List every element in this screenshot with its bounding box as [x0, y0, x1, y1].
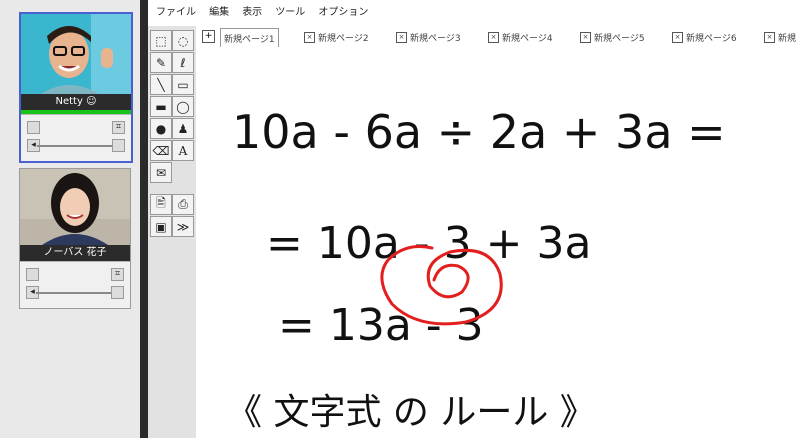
- tab-page-5[interactable]: × 新規ページ5: [580, 28, 645, 46]
- tab-label: 新規ページ2: [318, 33, 369, 44]
- participant-controls-1: ⌗ ◂: [21, 114, 131, 161]
- expand-icon[interactable]: ⌗: [112, 121, 125, 134]
- tab-label: 新規ページ1: [224, 34, 275, 45]
- participant-name-1: Netty ☺: [21, 94, 131, 110]
- menu-tools[interactable]: ツール: [275, 0, 305, 26]
- mute-video-button[interactable]: [27, 121, 40, 134]
- close-tab-icon[interactable]: ×: [672, 31, 683, 43]
- fullscreen-icon[interactable]: [112, 139, 125, 152]
- add-page-icon[interactable]: +: [202, 30, 215, 43]
- ellipse-icon[interactable]: ◯: [172, 96, 194, 117]
- volume-slider[interactable]: [36, 292, 114, 294]
- lasso-select-icon[interactable]: ◌: [172, 30, 194, 51]
- menu-edit[interactable]: 編集: [209, 0, 229, 26]
- print-icon[interactable]: ⎙: [172, 194, 194, 215]
- screen-capture-icon[interactable]: ▣: [150, 216, 172, 237]
- insert-image-icon[interactable]: 🖹: [150, 194, 172, 215]
- volume-slider[interactable]: [37, 145, 115, 147]
- equation-line-2: = 10a - 3 + 3a: [266, 218, 591, 269]
- rect-select-icon[interactable]: ⬚: [150, 30, 172, 51]
- close-tab-icon[interactable]: ×: [304, 31, 315, 43]
- panel-divider: [140, 0, 148, 438]
- expand-icon[interactable]: ⌗: [111, 268, 124, 281]
- eraser-icon[interactable]: ⌫: [150, 140, 172, 161]
- tab-page-2[interactable]: × 新規ページ2: [304, 28, 369, 46]
- stamp-icon[interactable]: ♟: [172, 118, 194, 139]
- tab-label: 新規ページ4: [502, 33, 553, 44]
- text-tool-icon[interactable]: A: [172, 140, 194, 161]
- line-icon[interactable]: ╲: [150, 74, 172, 95]
- page-tabs: + 新規ページ1 × 新規ページ2 × 新規ページ3 × 新規ページ4 × 新規ページ5…: [196, 26, 810, 49]
- participant-name-2: ノーバス 花子: [20, 245, 130, 261]
- tab-page-7[interactable]: × 新規: [764, 28, 796, 46]
- heading-line-4: 《 文字式 の ルール 》: [226, 392, 596, 433]
- participant-card-1[interactable]: Netty ☺ ⌗ ◂: [19, 12, 133, 163]
- tab-page-6[interactable]: × 新規ページ6: [672, 28, 737, 46]
- equation-line-3: = 13a - 3: [278, 300, 484, 351]
- menu-view[interactable]: 表示: [242, 0, 262, 26]
- marker-icon[interactable]: ≫: [172, 216, 194, 237]
- menu-bar: ファイル 編集 表示 ツール オプション: [148, 0, 810, 27]
- tab-label: 新規: [778, 33, 797, 44]
- tab-label: 新規ページ5: [594, 33, 645, 44]
- equation-line-1: 10a - 6a ÷ 2a + 3a =: [232, 105, 726, 159]
- pencil-icon[interactable]: ✎: [150, 52, 172, 73]
- close-tab-icon[interactable]: ×: [580, 31, 591, 43]
- whiteboard-canvas[interactable]: 10a - 6a ÷ 2a + 3a = = 10a - 3 + 3a = 13…: [196, 48, 810, 438]
- tool-palette: ⬚ ◌ ✎ ℓ ╲ ▭ ▬ ◯ ● ♟ ⌫ A ✉ 🖹 ⎙ ▣ ≫: [148, 26, 197, 438]
- close-tab-icon[interactable]: ×: [764, 31, 775, 43]
- note-icon[interactable]: ✉: [150, 162, 172, 183]
- fullscreen-icon[interactable]: [111, 286, 124, 299]
- mute-video-button[interactable]: [26, 268, 39, 281]
- participant-card-2[interactable]: ノーバス 花子 ⌗ ◂: [19, 168, 131, 309]
- participant-controls-2: ⌗ ◂: [20, 261, 130, 308]
- tab-page-1[interactable]: 新規ページ1: [220, 28, 279, 47]
- participant-video-2: [20, 169, 130, 245]
- close-tab-icon[interactable]: ×: [488, 31, 499, 43]
- rectangle-icon[interactable]: ▭: [172, 74, 194, 95]
- tab-label: 新規ページ6: [686, 33, 737, 44]
- filled-ellipse-icon[interactable]: ●: [150, 118, 172, 139]
- participant-video-1: [21, 14, 131, 94]
- participants-panel: Netty ☺ ⌗ ◂ ノーバス 花子 ⌗ ◂: [0, 0, 141, 438]
- tab-label: 新規ページ3: [410, 33, 461, 44]
- menu-options[interactable]: オプション: [318, 0, 368, 26]
- tab-page-4[interactable]: × 新規ページ4: [488, 28, 553, 46]
- close-tab-icon[interactable]: ×: [396, 31, 407, 43]
- menu-file[interactable]: ファイル: [156, 0, 196, 26]
- tab-page-3[interactable]: × 新規ページ3: [396, 28, 461, 46]
- freehand-icon[interactable]: ℓ: [172, 52, 194, 73]
- filled-rectangle-icon[interactable]: ▬: [150, 96, 172, 117]
